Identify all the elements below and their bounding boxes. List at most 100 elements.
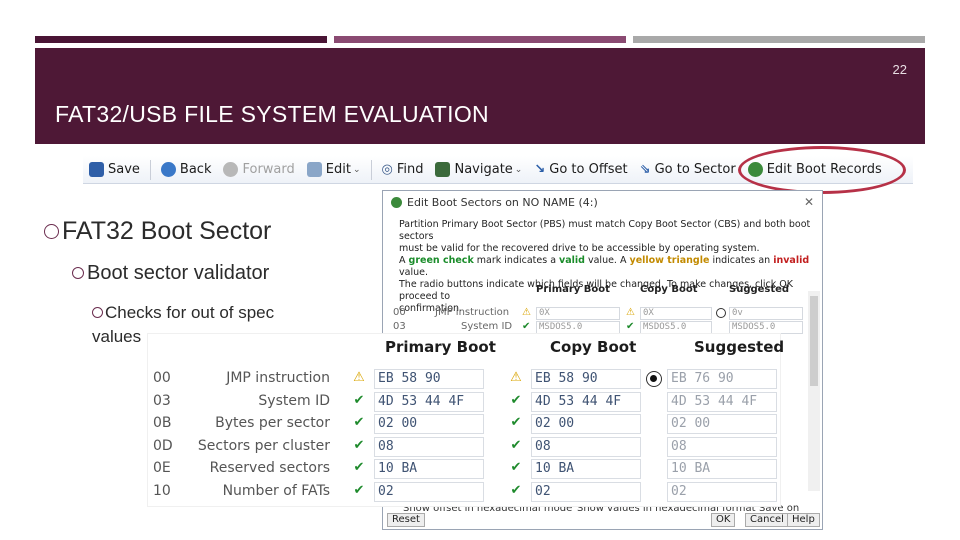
copy-value-field[interactable]: 10 BA xyxy=(531,459,641,480)
copy-value-field[interactable]: 02 xyxy=(531,482,641,502)
table-row: 10 Number of FATs ✔ 02 ✔ 02 02 xyxy=(148,481,780,503)
table-row: 0E Reserved sectors ✔ 10 BA ✔ 10 BA 10 BA xyxy=(148,458,780,480)
check-icon: ✔ xyxy=(510,460,522,476)
scrollbar-thumb[interactable] xyxy=(810,296,818,386)
app-icon xyxy=(391,196,402,208)
bullet-level-2: Boot sector validator xyxy=(72,262,269,285)
row-offset: 0B xyxy=(153,415,172,432)
row-label: JMP instruction xyxy=(435,307,510,318)
suggested-cell[interactable]: MSDOS5.0 xyxy=(729,321,803,334)
primary-cell[interactable]: MSDOS5.0 xyxy=(536,321,620,334)
primary-value-field[interactable]: 08 xyxy=(374,436,484,457)
desc-fragment: value. A xyxy=(584,255,630,266)
go-to-offset-label: Go to Offset xyxy=(549,162,628,177)
bullet-text: Boot sector validator xyxy=(87,262,270,284)
edit-button[interactable]: Edit ⌄ xyxy=(301,162,367,177)
zoom-col-copy: Copy Boot xyxy=(550,338,637,356)
dialog-row: 03 System ID ✔ MSDOS5.0 ✔ MSDOS5.0 MSDOS… xyxy=(383,321,822,335)
check-icon: ✔ xyxy=(353,437,365,453)
bullet-ring-icon xyxy=(44,224,59,239)
bullet-text: FAT32 Boot Sector xyxy=(62,217,272,245)
radio-suggested[interactable] xyxy=(716,308,726,318)
copy-value-field[interactable]: 02 00 xyxy=(531,414,641,435)
primary-cell[interactable]: 0X xyxy=(536,307,620,320)
desc-fragment: A xyxy=(399,255,409,266)
save-label: Save xyxy=(108,162,140,177)
copy-value-field[interactable]: 4D 53 44 4F xyxy=(531,391,641,412)
dialog-row: 00 JMP instruction ⚠ 0X ⚠ 0X 0v xyxy=(383,307,822,321)
save-button[interactable]: Save xyxy=(83,162,146,177)
check-icon: ✔ xyxy=(353,415,365,431)
table-row: 0B Bytes per sector ✔ 02 00 ✔ 02 00 02 00 xyxy=(148,413,780,435)
suggested-value-field[interactable]: 10 BA xyxy=(667,459,777,480)
primary-value-field[interactable]: 10 BA xyxy=(374,459,484,480)
desc-fragment: indicates an xyxy=(709,255,774,266)
help-button[interactable]: Help xyxy=(787,513,820,527)
find-label: Find xyxy=(396,162,424,177)
suggested-value-field[interactable]: 08 xyxy=(667,436,777,457)
top-accent-bar-2 xyxy=(334,36,626,43)
go-to-sector-button[interactable]: ⇘ Go to Sector xyxy=(634,162,742,177)
primary-value-field[interactable]: 02 00 xyxy=(374,414,484,435)
sector-arrow-icon: ⇘ xyxy=(639,162,651,177)
zoom-col-primary: Primary Boot xyxy=(385,338,496,356)
find-button[interactable]: ◎ Find xyxy=(376,162,430,177)
check-icon: ✔ xyxy=(353,392,365,408)
check-icon: ✔ xyxy=(353,483,365,498)
reset-button[interactable]: Reset xyxy=(387,513,425,527)
radio-suggested[interactable] xyxy=(646,371,662,387)
primary-value-field[interactable]: 4D 53 44 4F xyxy=(374,391,484,412)
top-accent-bar-1 xyxy=(35,36,327,43)
row-label: Number of FATs xyxy=(222,483,330,499)
copy-value-field[interactable]: 08 xyxy=(531,436,641,457)
check-icon: ✔ xyxy=(510,392,522,408)
primary-value-field[interactable]: EB 58 90 xyxy=(374,369,484,389)
check-icon: ✔ xyxy=(353,460,365,476)
desc-fragment: mark indicates a xyxy=(473,255,560,266)
copy-value-field[interactable]: EB 58 90 xyxy=(531,369,641,389)
dialog-titlebar: Edit Boot Sectors on NO NAME (4:) xyxy=(383,191,822,213)
primary-value-field[interactable]: 02 xyxy=(374,482,484,502)
row-offset: 03 xyxy=(153,392,171,409)
row-label: JMP instruction xyxy=(226,370,330,386)
copy-cell[interactable]: 0X xyxy=(640,307,712,320)
chevron-down-icon: ⌄ xyxy=(352,164,361,175)
copy-cell[interactable]: MSDOS5.0 xyxy=(640,321,712,334)
back-label: Back xyxy=(179,162,212,177)
row-offset: 00 xyxy=(393,307,406,318)
toolbar-divider xyxy=(370,159,372,180)
zoomed-boot-sector-table: Primary Boot Copy Boot Suggested 00 JMP i… xyxy=(148,334,784,506)
suggested-cell[interactable]: 0v xyxy=(729,307,803,320)
desc-green: green check xyxy=(408,255,474,266)
back-button[interactable]: Back xyxy=(155,162,218,177)
col-copy: Copy Boot xyxy=(640,284,698,295)
close-icon[interactable]: ✕ xyxy=(804,195,814,209)
top-accent-bar-3 xyxy=(633,36,925,43)
row-label: System ID xyxy=(461,321,513,332)
suggested-value-field[interactable]: 4D 53 44 4F xyxy=(667,391,777,412)
desc-line: A green check mark indicates a valid val… xyxy=(399,255,814,279)
col-suggested: Suggested xyxy=(729,284,790,295)
warning-icon: ⚠ xyxy=(626,307,635,318)
zoom-col-suggested: Suggested xyxy=(694,338,785,356)
cancel-button[interactable]: Cancel xyxy=(745,513,789,527)
dialog-scrollbar[interactable] xyxy=(808,291,820,491)
dialog-description: Partition Primary Boot Sector (PBS) must… xyxy=(383,213,822,315)
bullet-ring-icon xyxy=(72,267,84,279)
navigate-label: Navigate xyxy=(454,162,513,177)
table-row: 0D Sectors per cluster ✔ 08 ✔ 08 08 xyxy=(148,436,780,458)
suggested-value-field[interactable]: EB 76 90 xyxy=(667,369,777,389)
check-icon: ✔ xyxy=(510,437,522,453)
go-to-offset-button[interactable]: ↘ Go to Offset xyxy=(528,162,633,177)
bullet-ring-icon xyxy=(92,307,103,318)
navigate-icon xyxy=(435,162,451,177)
forward-button[interactable]: Forward xyxy=(217,162,300,177)
row-offset: 0E xyxy=(153,460,171,477)
row-offset: 03 xyxy=(393,321,406,332)
ok-button[interactable]: OK xyxy=(711,513,736,527)
suggested-value-field[interactable]: 02 xyxy=(667,482,777,502)
chevron-down-icon: ⌄ xyxy=(514,164,523,175)
navigate-button[interactable]: Navigate ⌄ xyxy=(429,162,528,177)
suggested-value-field[interactable]: 02 00 xyxy=(667,414,777,435)
check-icon: ✔ xyxy=(510,415,522,431)
